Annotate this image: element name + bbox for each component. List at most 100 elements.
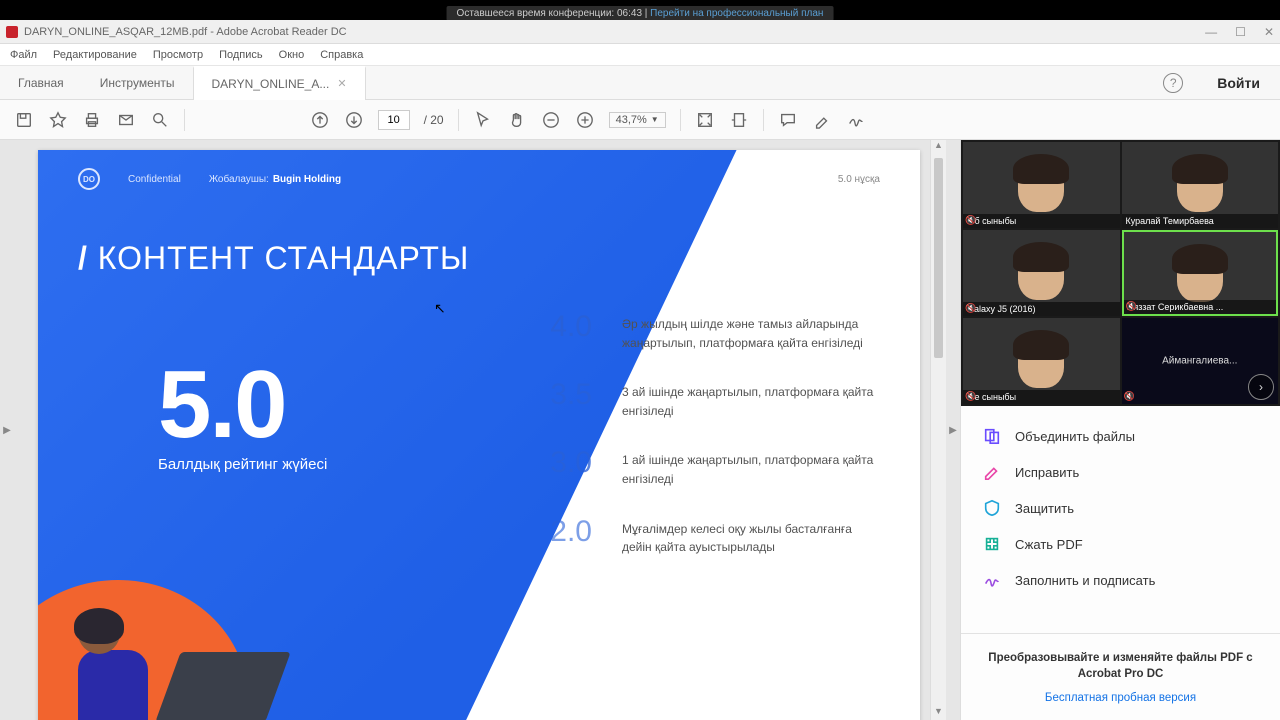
login-button[interactable]: Войти bbox=[1197, 75, 1280, 91]
zoom-in-icon[interactable] bbox=[575, 110, 595, 130]
promo-panel: Преобразовывайте и изменяйте файлы PDF с… bbox=[961, 633, 1280, 720]
rating-text: Әр жылдың шiлде және тамыз айларында жаң… bbox=[622, 310, 876, 352]
mute-icon: 🔇 bbox=[965, 303, 976, 314]
tab-tools[interactable]: Инструменты bbox=[82, 66, 193, 100]
zoom-select[interactable]: 43,7% ▼ bbox=[609, 112, 666, 128]
menu-help[interactable]: Справка bbox=[320, 49, 363, 61]
tabbar: Главная Инструменты DARYN_ONLINE_A... ✕ … bbox=[0, 66, 1280, 100]
participant-tile[interactable]: 🔇Galaxy J5 (2016) bbox=[963, 230, 1120, 316]
left-panel-toggle[interactable]: ▶ bbox=[0, 140, 14, 720]
pointer-icon[interactable] bbox=[473, 110, 493, 130]
comment-icon[interactable] bbox=[778, 110, 798, 130]
close-button[interactable]: ✕ bbox=[1264, 25, 1274, 39]
content-area: ▶ DO Confidential Жобалаушы: Bugin Holdi… bbox=[0, 140, 1280, 720]
participant-tile[interactable]: 🔇Ляззат Серикбаевна ... bbox=[1122, 230, 1279, 316]
illustration bbox=[38, 520, 318, 720]
tool-compress[interactable]: Сжать PDF bbox=[961, 526, 1280, 562]
toolbar: / 20 43,7% ▼ bbox=[0, 100, 1280, 140]
protect-icon bbox=[983, 499, 1001, 517]
window-title: DARYN_ONLINE_ASQAR_12MB.pdf - Adobe Acro… bbox=[24, 26, 347, 38]
participant-tile[interactable]: 🔇4 б сыныбы bbox=[963, 142, 1120, 228]
slide-title: / КОНТЕНТ СТАНДАРТЫ bbox=[78, 240, 469, 277]
rating-num: 3.0 bbox=[536, 446, 592, 488]
menu-file[interactable]: Файл bbox=[10, 49, 37, 61]
tool-label: Защитить bbox=[1015, 501, 1074, 516]
tool-redact[interactable]: Исправить bbox=[961, 454, 1280, 490]
participant-name: Galaxy J5 (2016) bbox=[963, 302, 1120, 316]
participant-name: 4 б сыныбы bbox=[963, 214, 1120, 228]
tool-label: Заполнить и подписать bbox=[1015, 573, 1155, 588]
participant-name: Куралай Темирбаева bbox=[1122, 214, 1279, 228]
menu-view[interactable]: Просмотр bbox=[153, 49, 203, 61]
menu-sign[interactable]: Подпись bbox=[219, 49, 263, 61]
save-icon[interactable] bbox=[14, 110, 34, 130]
tools-list: Объединить файлы Исправить Защитить Сжать P… bbox=[961, 406, 1280, 633]
promo-link[interactable]: Бесплатная пробная версия bbox=[981, 692, 1260, 704]
scrollbar-thumb[interactable] bbox=[934, 158, 943, 358]
tool-protect[interactable]: Защитить bbox=[961, 490, 1280, 526]
rating-subtitle: Баллдық рейтинг жүйесі bbox=[158, 456, 327, 473]
tool-combine[interactable]: Объединить файлы bbox=[961, 418, 1280, 454]
print-icon[interactable] bbox=[82, 110, 102, 130]
next-page-icon[interactable]: › bbox=[1248, 374, 1274, 400]
acrobat-window: DARYN_ONLINE_ASQAR_12MB.pdf - Adobe Acro… bbox=[0, 20, 1280, 720]
rating-text: 3 ай iшiнде жаңартылып, платформаға қайт… bbox=[622, 378, 876, 420]
highlight-icon[interactable] bbox=[812, 110, 832, 130]
compress-icon bbox=[983, 535, 1001, 553]
maximize-button[interactable]: ☐ bbox=[1235, 25, 1246, 39]
fit-width-icon[interactable] bbox=[729, 110, 749, 130]
tab-home[interactable]: Главная bbox=[0, 66, 82, 100]
zoom-out-icon[interactable] bbox=[541, 110, 561, 130]
menu-window[interactable]: Окно bbox=[279, 49, 305, 61]
tool-label: Сжать PDF bbox=[1015, 537, 1083, 552]
conference-timer-bar: Оставшееся время конференции: 06:43 | Пе… bbox=[447, 6, 834, 21]
participant-tile[interactable]: Куралай Темирбаева bbox=[1122, 142, 1279, 228]
participant-name: 6 е сыныбы bbox=[963, 390, 1120, 404]
tab-document[interactable]: DARYN_ONLINE_A... ✕ bbox=[193, 66, 366, 100]
star-icon[interactable] bbox=[48, 110, 68, 130]
page-header: DO Confidential Жобалаушы: Bugin Holding… bbox=[78, 168, 880, 190]
menubar: Файл Редактирование Просмотр Подпись Окн… bbox=[0, 44, 1280, 66]
tool-label: Объединить файлы bbox=[1015, 429, 1135, 444]
document-viewport[interactable]: DO Confidential Жобалаушы: Bugin Holding… bbox=[14, 140, 930, 720]
page-total: / 20 bbox=[424, 113, 444, 127]
minimize-button[interactable]: — bbox=[1205, 25, 1217, 39]
mute-icon: 🔇 bbox=[965, 215, 976, 226]
hand-icon[interactable] bbox=[507, 110, 527, 130]
rating-text: Мұғалімдер келесi оқу жылы басталғанға д… bbox=[622, 515, 876, 557]
tool-fillsign[interactable]: Заполнить и подписать bbox=[961, 562, 1280, 598]
confidential-label: Confidential bbox=[128, 174, 181, 185]
page-down-icon[interactable] bbox=[344, 110, 364, 130]
pdf-icon bbox=[6, 26, 18, 38]
fit-page-icon[interactable] bbox=[695, 110, 715, 130]
rating-num: 2.0 bbox=[536, 515, 592, 557]
big-rating-number: 5.0 bbox=[158, 350, 285, 460]
vertical-scrollbar[interactable]: ▲ ▼ bbox=[930, 140, 946, 720]
tab-doc-label: DARYN_ONLINE_A... bbox=[212, 77, 330, 91]
mute-icon: 🔇 bbox=[965, 391, 976, 402]
close-tab-icon[interactable]: ✕ bbox=[337, 77, 346, 90]
video-gallery: 🔇4 б сыныбыКуралай Темирбаева🔇Galaxy J5 … bbox=[961, 140, 1280, 406]
redact-icon bbox=[983, 463, 1001, 481]
rating-text: 1 ай iшiнде жаңартылып, платформаға қайт… bbox=[622, 446, 876, 488]
help-icon[interactable]: ? bbox=[1163, 73, 1183, 93]
sign-icon[interactable] bbox=[846, 110, 866, 130]
brand-logo-icon: DO bbox=[78, 168, 100, 190]
right-sidebar: 🔇4 б сыныбыКуралай Темирбаева🔇Galaxy J5 … bbox=[960, 140, 1280, 720]
mail-icon[interactable] bbox=[116, 110, 136, 130]
menu-edit[interactable]: Редактирование bbox=[53, 49, 137, 61]
rating-num: 3.5 bbox=[536, 378, 592, 420]
page-input[interactable] bbox=[378, 110, 410, 130]
page-up-icon[interactable] bbox=[310, 110, 330, 130]
upgrade-link[interactable]: Перейти на профессиональный план bbox=[650, 8, 823, 19]
participant-tile[interactable]: 🔇6 е сыныбы bbox=[963, 318, 1120, 404]
participant-name: Ляззат Серикбаевна ... bbox=[1124, 300, 1277, 314]
publisher-name: Bugin Holding bbox=[273, 174, 341, 185]
participant-name: Аймангалиева... bbox=[1122, 356, 1279, 367]
search-icon[interactable] bbox=[150, 110, 170, 130]
promo-text: Преобразовывайте и изменяйте файлы PDF с… bbox=[981, 650, 1260, 682]
pdf-page: DO Confidential Жобалаушы: Bugin Holding… bbox=[38, 150, 920, 720]
right-panel-toggle[interactable]: ▶ bbox=[946, 140, 960, 720]
titlebar: DARYN_ONLINE_ASQAR_12MB.pdf - Adobe Acro… bbox=[0, 20, 1280, 44]
fillsign-icon bbox=[983, 571, 1001, 589]
